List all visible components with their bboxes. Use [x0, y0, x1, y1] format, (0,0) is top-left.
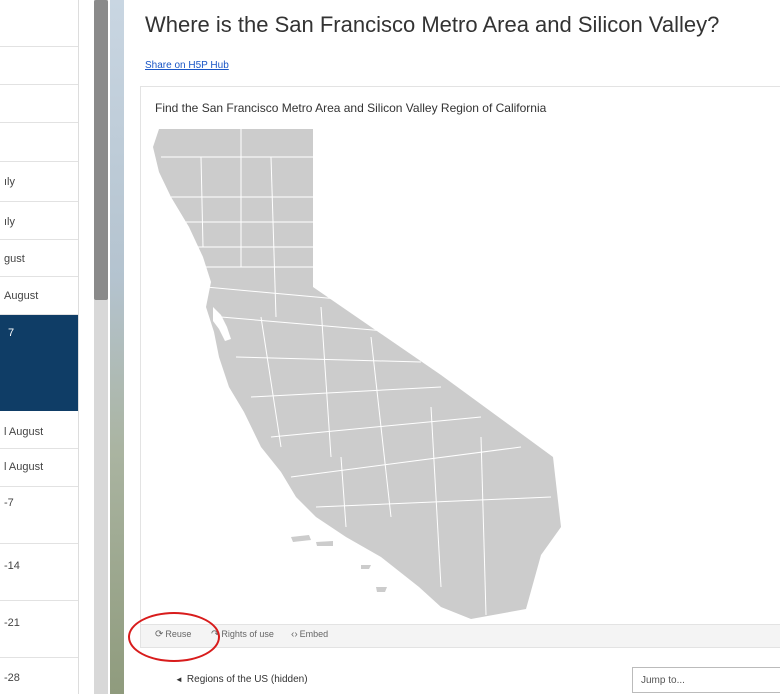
page-title: Where is the San Francisco Metro Area an…	[145, 12, 720, 37]
rights-label: Rights of use	[221, 629, 274, 639]
sidebar-item[interactable]: August	[0, 277, 78, 315]
embed-button[interactable]: ‹› Embed	[291, 629, 328, 640]
sidebar-item[interactable]: ıly	[0, 162, 78, 202]
h5p-content: Find the San Francisco Metro Area and Si…	[140, 86, 780, 648]
sidebar-item-label: -21	[4, 617, 20, 629]
california-outline[interactable]	[153, 129, 561, 619]
sidebar-item[interactable]	[0, 10, 78, 47]
background-photo-strip	[110, 0, 124, 694]
previous-activity-label: Regions of the US (hidden)	[186, 674, 308, 685]
sidebar-item[interactable]	[0, 123, 78, 162]
scrollbar[interactable]	[94, 0, 108, 694]
sidebar-item[interactable]: gust	[0, 240, 78, 277]
rights-of-use-button[interactable]: ↷ Rights of use	[211, 629, 274, 640]
sidebar-item-label: ıly	[4, 216, 15, 228]
sidebar-item[interactable]: -7	[0, 487, 78, 544]
sidebar-item-active[interactable]: 7	[0, 315, 78, 353]
sidebar-item[interactable]: ıly	[0, 202, 78, 240]
jump-to-select[interactable]: Jump to...	[632, 667, 780, 693]
sidebar-item-label: 7	[8, 327, 15, 339]
course-sidebar: ıly ıly gust August 7 l August l August …	[0, 0, 79, 694]
red-annotation-circle	[128, 612, 220, 662]
sidebar-item-label: August	[4, 290, 39, 302]
sidebar-item[interactable]: l August	[0, 411, 78, 449]
sidebar-item-label: -14	[4, 560, 20, 572]
sidebar-item-label: l August	[4, 426, 44, 438]
sidebar-item[interactable]: -14	[0, 544, 78, 601]
share-on-hub-link[interactable]: Share on H5P Hub	[145, 60, 229, 71]
embed-label: Embed	[299, 629, 329, 639]
sidebar-item-label: ıly	[4, 176, 15, 188]
sidebar-item-label: -7	[4, 497, 14, 509]
task-title: Find the San Francisco Metro Area and Si…	[155, 101, 547, 115]
california-map[interactable]	[141, 117, 780, 622]
sidebar-item[interactable]: -21	[0, 601, 78, 658]
sidebar-item[interactable]: -28	[0, 658, 78, 694]
sidebar-item-label: gust	[4, 253, 25, 265]
left-arrow-icon: ◄	[175, 675, 183, 684]
scrollbar-thumb[interactable]	[94, 0, 108, 300]
h5p-footer-bar: ⟳ Reuse ↷ Rights of use ‹› Embed	[141, 624, 780, 647]
sidebar-item[interactable]	[0, 47, 78, 85]
previous-activity-link[interactable]: ◄ Regions of the US (hidden)	[175, 674, 308, 685]
sidebar-item-active-expanded[interactable]	[0, 353, 78, 411]
sidebar-item-label: l August	[4, 461, 44, 473]
embed-icon: ‹›	[291, 629, 298, 640]
sidebar-item-label: -28	[4, 672, 20, 684]
sidebar-item[interactable]	[0, 85, 78, 123]
sidebar-item[interactable]: l August	[0, 449, 78, 487]
